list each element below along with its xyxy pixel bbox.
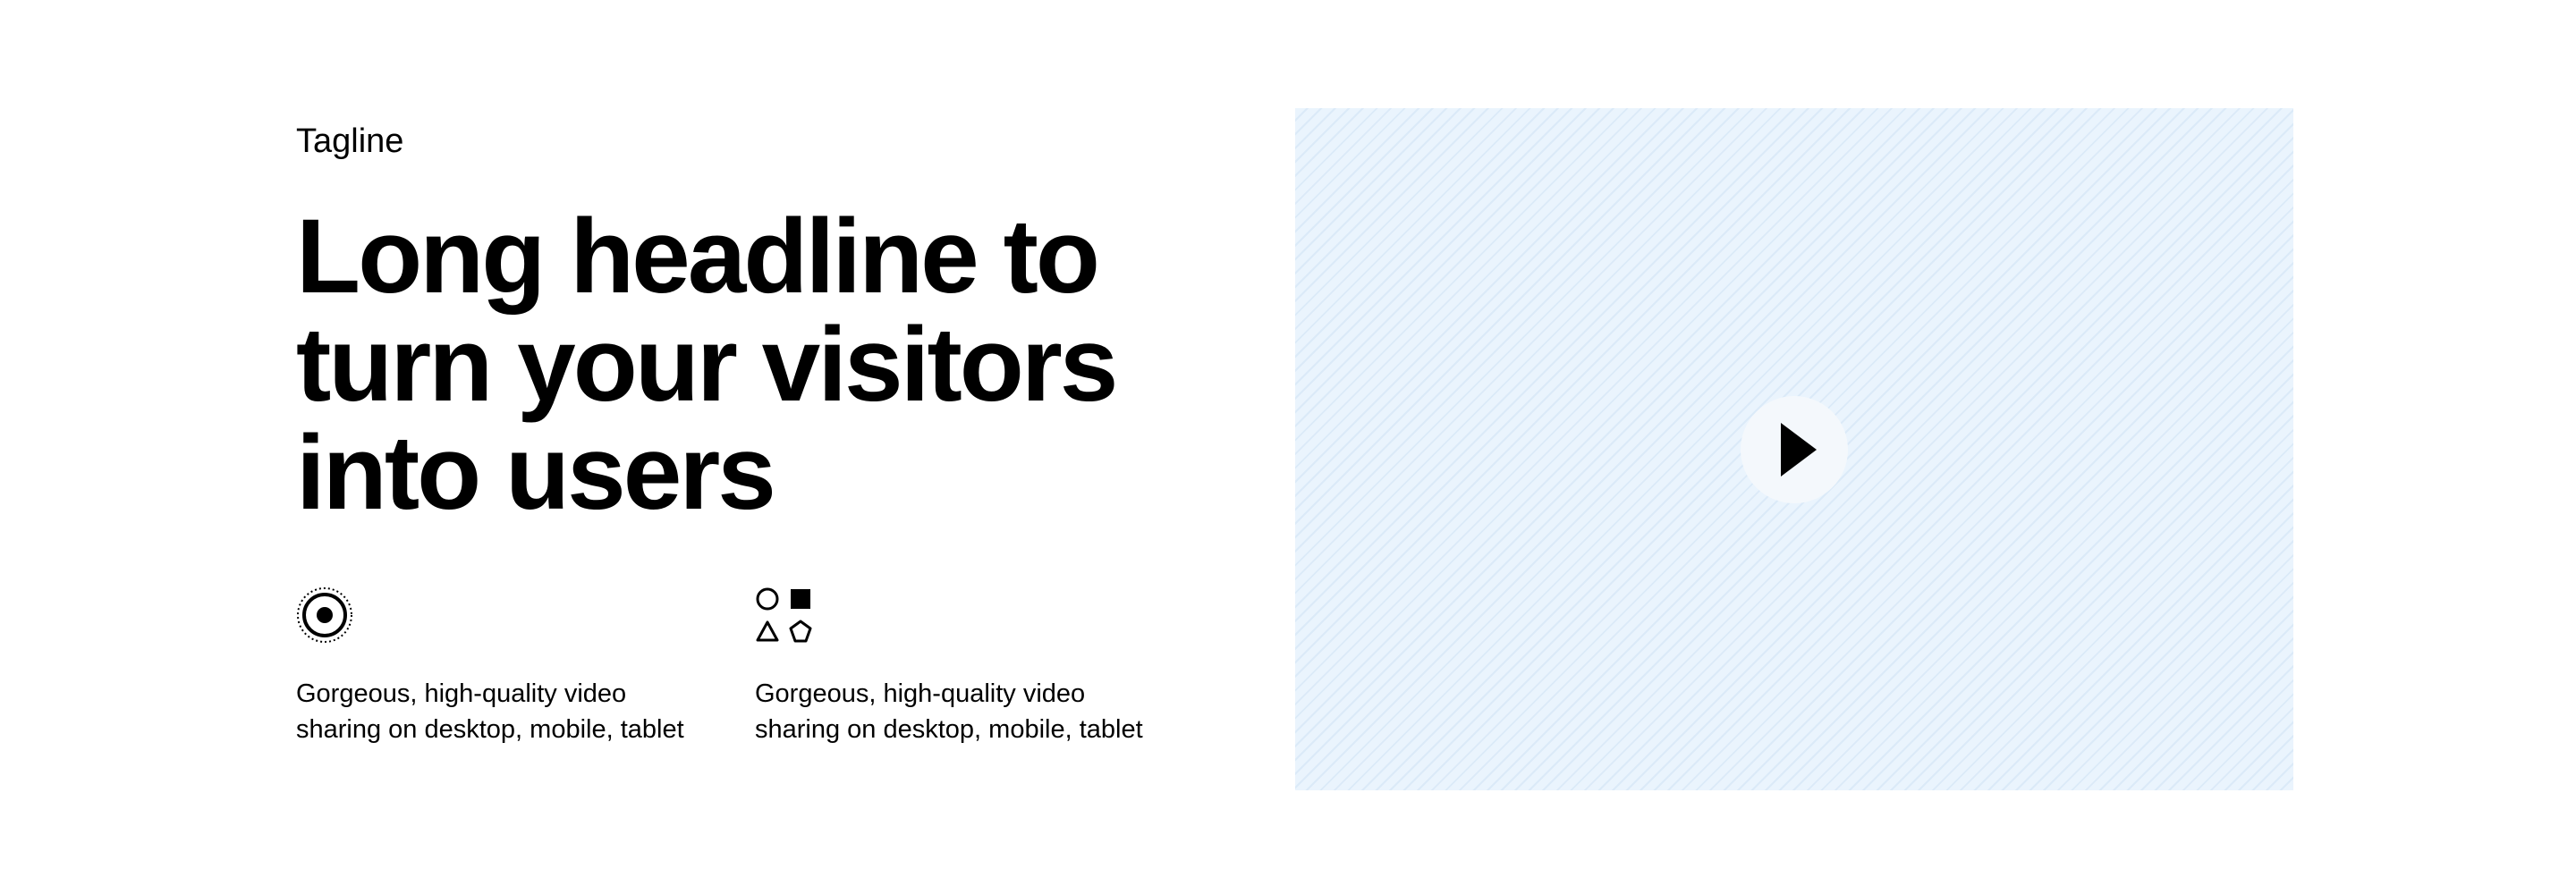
headline: Long headline to turn your visitors into… (296, 203, 1191, 527)
video-placeholder[interactable] (1295, 108, 2293, 790)
feature-description: Gorgeous, high-quality video sharing on … (755, 679, 1143, 744)
headline-line-1: Long headline to (296, 198, 1100, 316)
play-icon (1781, 423, 1817, 477)
headline-line-2: turn your visitors (296, 306, 1118, 424)
features-list: Gorgeous, high-quality video sharing on … (296, 586, 1191, 801)
tagline: Tagline (296, 122, 404, 160)
shapes-icon (756, 587, 812, 643)
feature-description: Gorgeous, high-quality video sharing on … (296, 679, 684, 744)
headline-line-3: into users (296, 414, 776, 532)
play-button[interactable] (1741, 396, 1848, 503)
feature-item: Gorgeous, high-quality video sharing on … (755, 586, 1148, 744)
target-icon (297, 587, 352, 643)
feature-item: Gorgeous, high-quality video sharing on … (296, 586, 690, 744)
